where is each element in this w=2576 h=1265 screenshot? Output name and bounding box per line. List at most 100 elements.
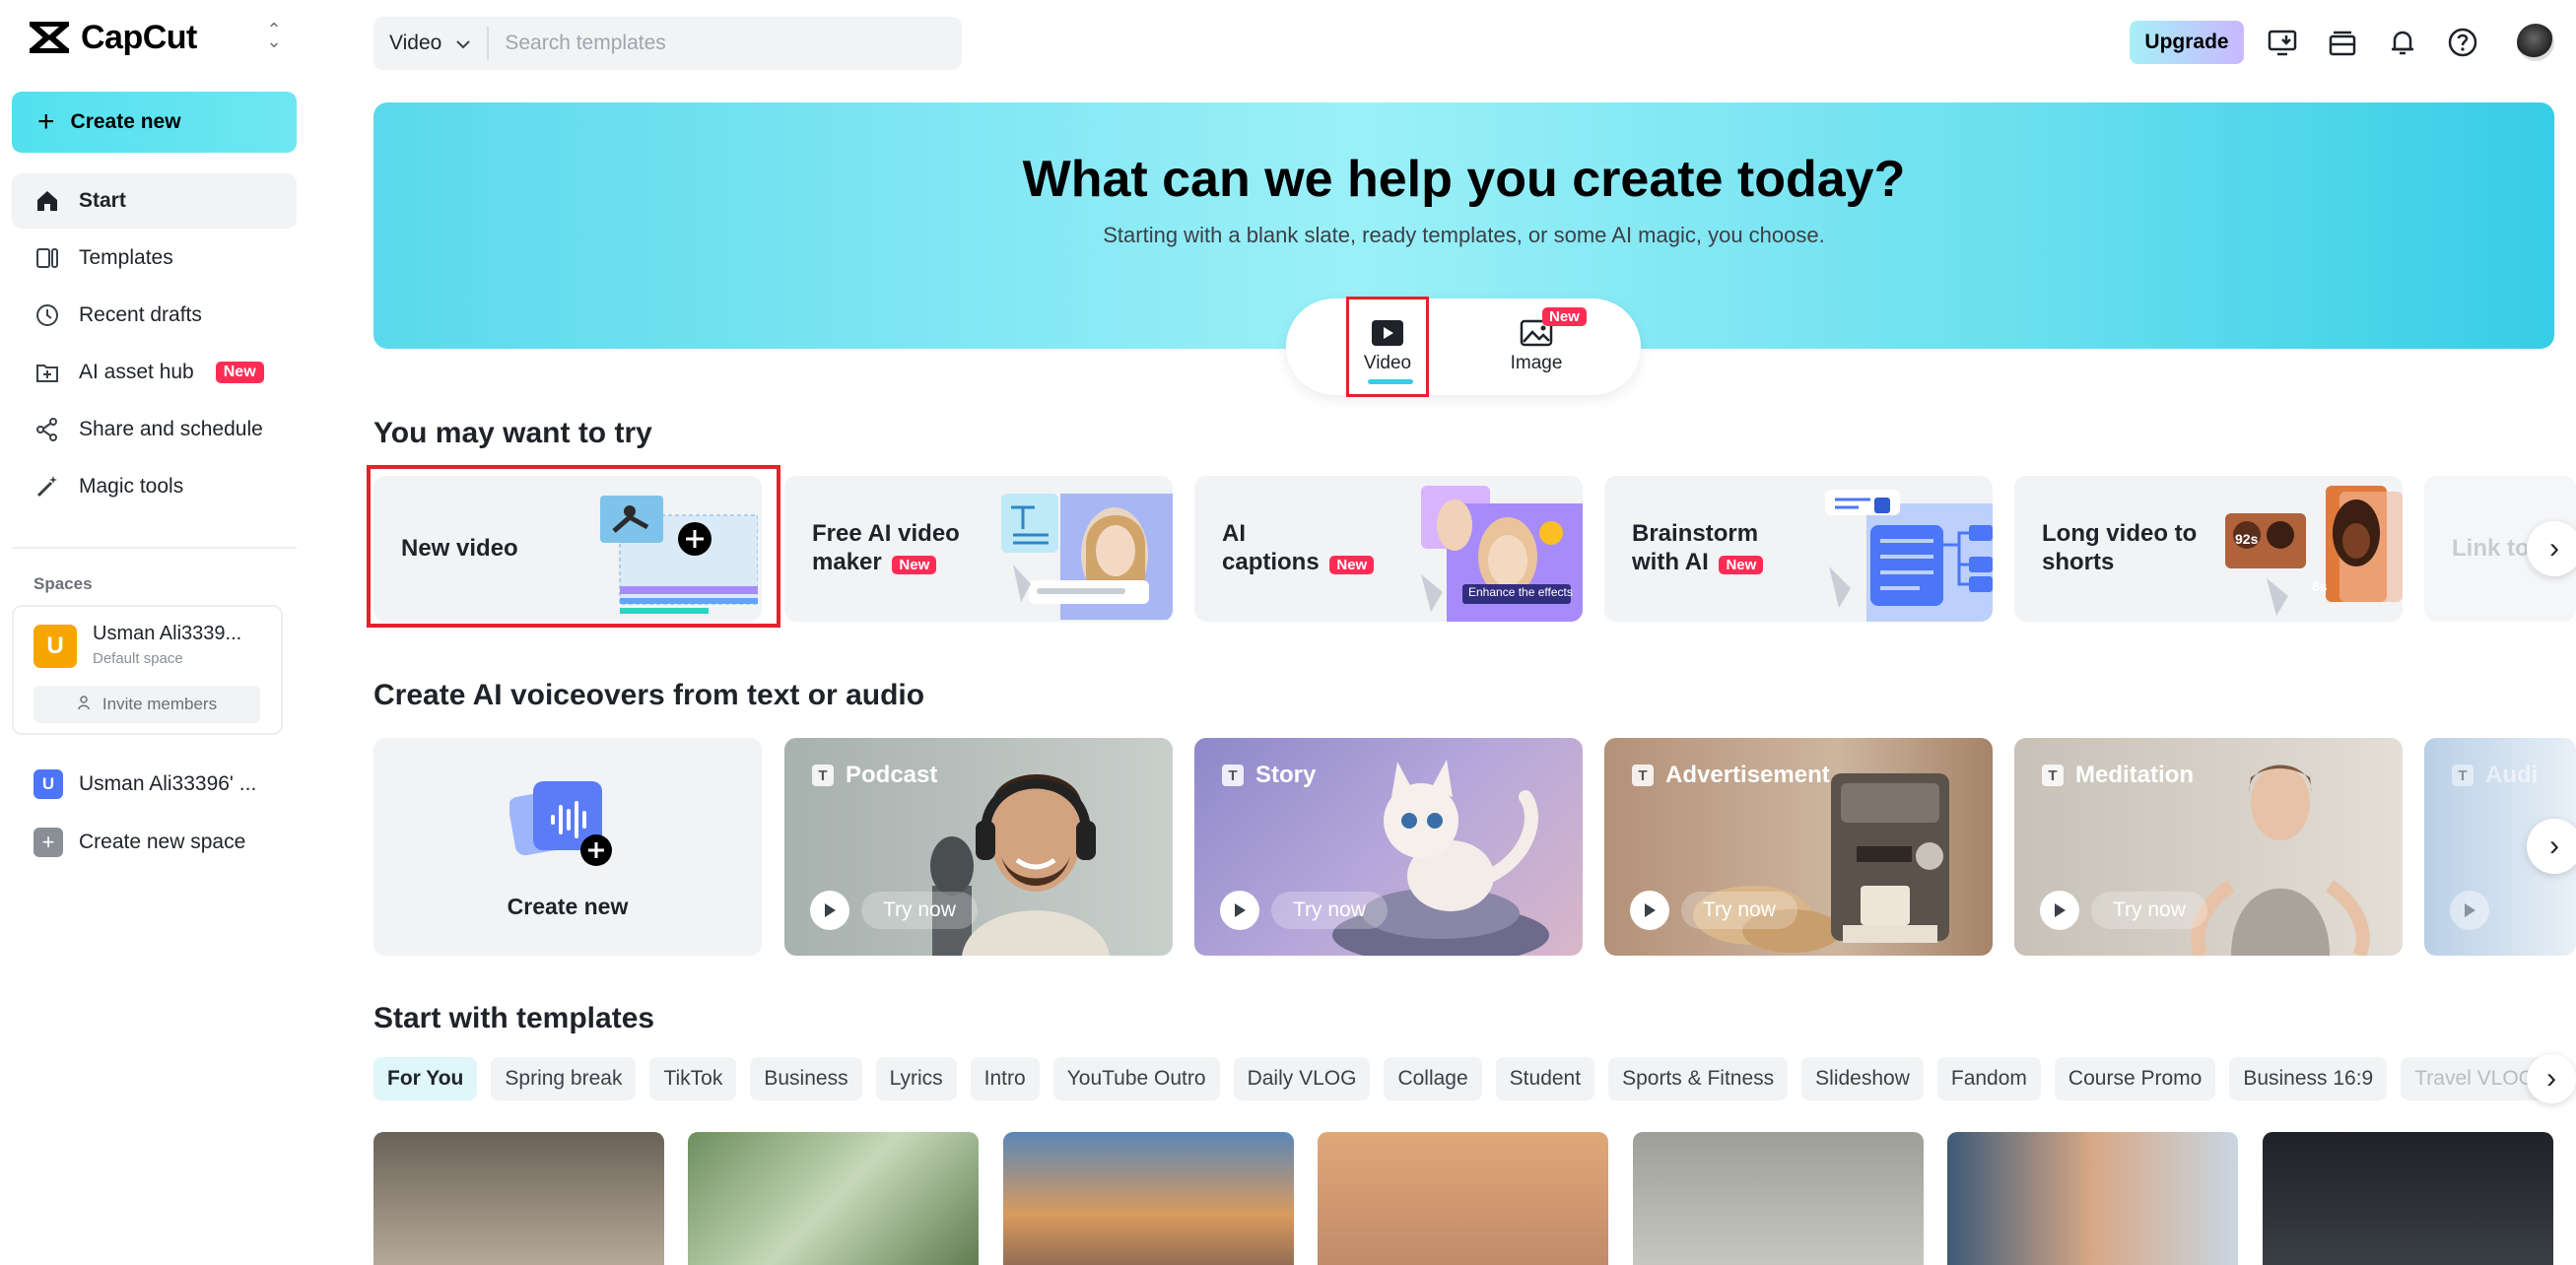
sidebar-item-ai-asset-hub[interactable]: AI asset hub New (12, 345, 297, 400)
sidebar: CapCut ⌃ ⌄ + Create new Start Templates R… (0, 0, 307, 1265)
current-space-card[interactable]: U Usman Ali3339... Default space Invite … (12, 605, 283, 735)
search-type-dropdown[interactable]: Video (373, 27, 490, 60)
new-badge: New (892, 556, 937, 574)
sidebar-item-recent-drafts[interactable]: Recent drafts (12, 288, 297, 343)
chip-for-you[interactable]: For You (373, 1057, 478, 1100)
try-card-brainstorm-with-ai[interactable]: Brainstorm with AI New (1604, 476, 1993, 622)
home-icon (34, 187, 61, 215)
voice-card-title: Podcast (846, 762, 938, 788)
chips-next-arrow-button[interactable]: › (2527, 1054, 2576, 1103)
create-new-label: Create new (70, 110, 181, 133)
sidebar-item-label: Templates (79, 246, 173, 269)
voice-card-meditation[interactable]: T Meditation Try now (2014, 738, 2403, 956)
chip-slideshow[interactable]: Slideshow (1801, 1057, 1924, 1100)
waveform-icon (509, 781, 612, 866)
inbox-tray-icon[interactable] (2326, 26, 2359, 59)
capcut-logo[interactable]: CapCut (28, 18, 197, 57)
person-add-icon (77, 695, 93, 715)
workspace-switch-icon[interactable]: ⌃ ⌄ (264, 21, 284, 50)
bell-icon[interactable] (2386, 26, 2419, 59)
invite-members-button[interactable]: Invite members (34, 686, 260, 723)
help-icon[interactable] (2446, 26, 2479, 59)
template-thumbnail[interactable] (1318, 1132, 1608, 1265)
chip-youtube-outro[interactable]: YouTube Outro (1052, 1057, 1220, 1100)
other-space-item[interactable]: U Usman Ali33396' ... (34, 769, 256, 799)
template-thumbnail[interactable] (2263, 1132, 2553, 1265)
try-now-button[interactable]: Try now (2040, 891, 2207, 930)
asset-hub-icon (34, 359, 61, 386)
chip-sports-fitness[interactable]: Sports & Fitness (1608, 1057, 1789, 1100)
try-card-ai-captions[interactable]: AI captions New Enhance the effects (1194, 476, 1583, 622)
desktop-download-icon[interactable] (2266, 26, 2299, 59)
play-icon (2450, 891, 2489, 930)
spaces-label: Spaces (34, 574, 93, 593)
video-play-icon (1372, 320, 1403, 346)
try-card-free-ai-video-maker[interactable]: Free AI video maker New (784, 476, 1173, 622)
chip-tiktok[interactable]: TikTok (649, 1057, 737, 1100)
chip-lyrics[interactable]: Lyrics (875, 1057, 957, 1100)
ai-video-maker-illustration (1001, 494, 1173, 620)
try-now-button[interactable] (2450, 891, 2489, 930)
try-card-label-line2-wrap: maker New (812, 549, 960, 577)
chip-spring-break[interactable]: Spring break (491, 1057, 637, 1100)
template-thumbnail[interactable] (1003, 1132, 1294, 1265)
chip-fandom[interactable]: Fandom (1936, 1057, 2041, 1100)
magic-wand-icon (34, 473, 61, 500)
templates-section-title: Start with templates (373, 1002, 655, 1034)
new-badge: New (1329, 556, 1375, 574)
create-new-space-label: Create new space (79, 831, 246, 853)
other-space-name: Usman Ali33396' ... (79, 772, 257, 795)
create-new-space-button[interactable]: + Create new space (34, 828, 245, 857)
sidebar-item-start[interactable]: Start (12, 173, 297, 229)
new-badge: New (1542, 307, 1587, 326)
sidebar-item-magic-tools[interactable]: Magic tools (12, 459, 297, 514)
chip-course-promo[interactable]: Course Promo (2054, 1057, 2216, 1100)
duration-tag: 92s (2235, 531, 2259, 547)
template-thumbnail[interactable] (1633, 1132, 1924, 1265)
search-bar[interactable]: Video Search templates (373, 17, 962, 70)
try-card-long-video-to-shorts[interactable]: Long video to shorts 92s 8s (2014, 476, 2403, 622)
template-thumbnail[interactable] (688, 1132, 979, 1265)
try-card-label-line1: Brainstorm (1632, 520, 1759, 548)
plus-icon: + (34, 828, 63, 857)
capcut-logo-icon (30, 21, 69, 54)
chip-business[interactable]: Business (750, 1057, 862, 1100)
template-thumbnail[interactable] (1947, 1132, 2238, 1265)
mode-tab-image[interactable]: Image New (1495, 299, 1587, 395)
create-new-button[interactable]: + Create new (12, 92, 297, 153)
voice-next-arrow-button[interactable]: › (2527, 819, 2576, 874)
space-avatar: U (34, 625, 77, 668)
voice-card-story[interactable]: T Story Try now (1194, 738, 1583, 956)
mode-label: Image (1510, 353, 1563, 373)
try-now-button[interactable]: Try now (1630, 891, 1797, 930)
try-card-label-wrap: Long video to shorts (2042, 476, 2197, 622)
chip-student[interactable]: Student (1495, 1057, 1595, 1100)
try-card-label-wrap: AI captions New (1222, 476, 1375, 622)
sidebar-item-share-and-schedule[interactable]: Share and schedule (12, 402, 297, 457)
template-thumbnail[interactable] (373, 1132, 664, 1265)
try-now-button[interactable]: Try now (1220, 891, 1388, 930)
chip-business-16-9[interactable]: Business 16:9 (2229, 1057, 2388, 1100)
chip-collage[interactable]: Collage (1384, 1057, 1482, 1100)
mode-tab-video[interactable]: Video (1346, 297, 1429, 397)
try-next-arrow-button[interactable]: › (2527, 521, 2576, 576)
share-icon (34, 416, 61, 443)
brainstorm-illustration (1825, 490, 1993, 622)
voice-create-new-card[interactable]: Create new (373, 738, 762, 956)
user-avatar[interactable] (2517, 24, 2554, 61)
space-subtitle: Default space (93, 650, 183, 667)
try-now-label: Try now (1681, 892, 1797, 929)
try-card-label-wrap: Free AI video maker New (812, 476, 960, 622)
try-now-button[interactable]: Try now (810, 891, 978, 930)
voice-card-podcast[interactable]: T Podcast Try now (784, 738, 1173, 956)
upgrade-button[interactable]: Upgrade (2130, 21, 2244, 64)
voice-card-advertisement[interactable]: T Advertisement Try now (1604, 738, 1993, 956)
chip-daily-vlog[interactable]: Daily VLOG (1233, 1057, 1371, 1100)
voice-section-title: Create AI voiceovers from text or audio (373, 679, 925, 711)
hero-title: What can we help you create today? (1022, 151, 1906, 208)
sidebar-item-templates[interactable]: Templates (12, 231, 297, 286)
voice-card-title-wrap: T Audi (2452, 762, 2538, 789)
chip-intro[interactable]: Intro (970, 1057, 1040, 1100)
search-input[interactable]: Search templates (489, 32, 665, 55)
text-t-icon: T (2042, 765, 2064, 786)
